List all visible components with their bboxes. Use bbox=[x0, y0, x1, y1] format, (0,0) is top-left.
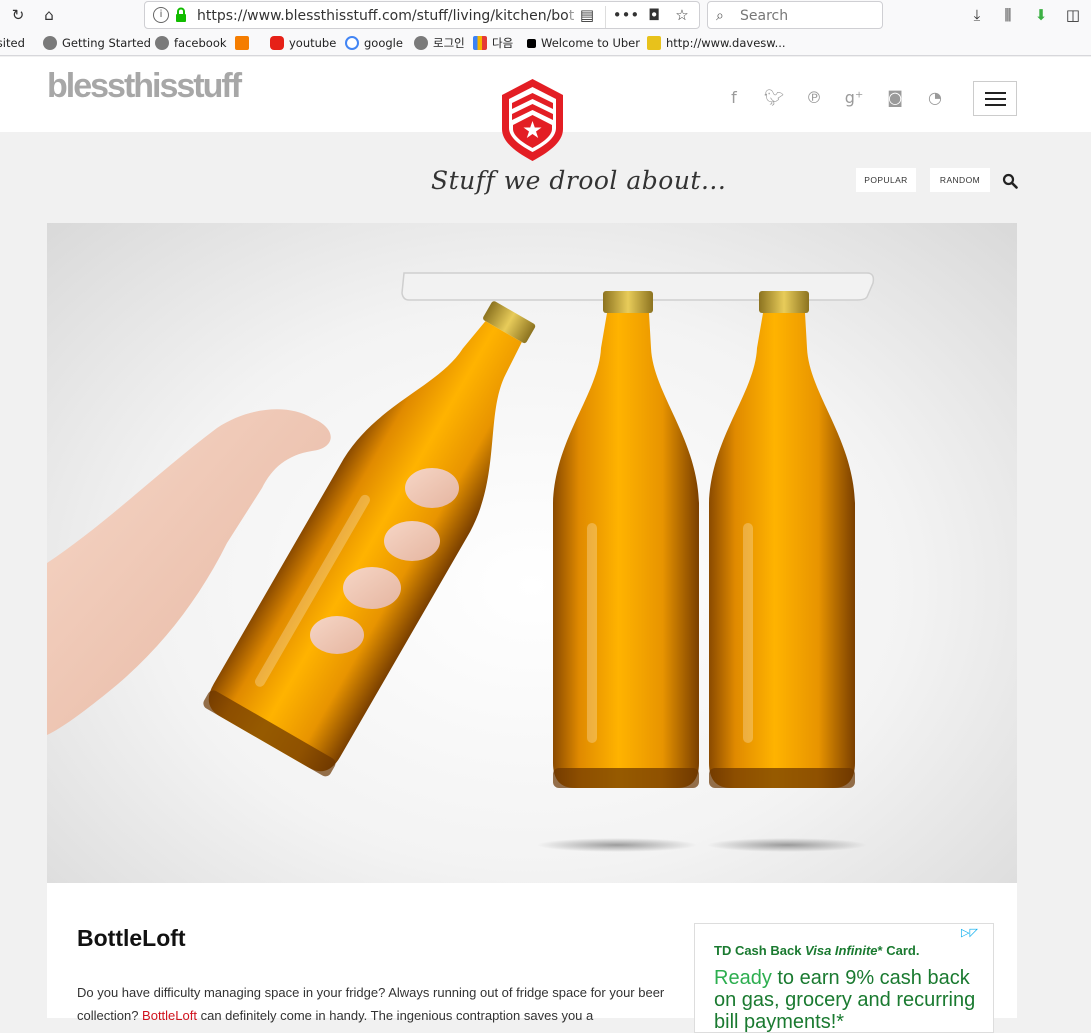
bookmark-item[interactable]: http://www.davesw... bbox=[647, 35, 786, 51]
daum-icon bbox=[473, 36, 487, 50]
site-favicon-icon bbox=[647, 36, 661, 50]
popular-button[interactable]: POPULAR bbox=[856, 168, 916, 192]
shield-logo-icon[interactable] bbox=[499, 77, 566, 163]
google-plus-icon[interactable]: g⁺ bbox=[844, 88, 864, 108]
site-logo[interactable]: blessthisstuff bbox=[47, 67, 242, 106]
reader-view-icon[interactable]: ▤ bbox=[576, 4, 598, 26]
pocket-icon[interactable]: ◘ bbox=[643, 4, 665, 26]
bookmark-item[interactable]: Visited bbox=[0, 35, 25, 51]
bottle-tilted bbox=[203, 301, 536, 777]
bookmark-star-icon[interactable]: ☆ bbox=[671, 4, 693, 26]
pinterest-icon[interactable]: ℗ bbox=[804, 88, 824, 108]
info-icon[interactable]: i bbox=[153, 7, 169, 23]
bottle-middle bbox=[553, 291, 699, 788]
hamburger-menu-button[interactable] bbox=[973, 81, 1017, 116]
uber-icon bbox=[527, 38, 536, 48]
advertisement[interactable]: ▷◸ TD Cash Back Visa Infinite* Card. Rea… bbox=[694, 923, 994, 1033]
google-icon bbox=[345, 36, 359, 50]
bookmark-item[interactable] bbox=[235, 35, 254, 51]
bookmarks-bar: Visited Getting Started facebook youtube… bbox=[0, 30, 1091, 56]
url-text[interactable]: https://www.blessthisstuff.com/stuff/liv… bbox=[197, 8, 577, 24]
url-bar[interactable]: i https://www.blessthisstuff.com/stuff/l… bbox=[144, 1, 700, 29]
bottleloft-link[interactable]: BottleLoft bbox=[142, 1008, 197, 1023]
twitter-icon[interactable]: 🐦︎ bbox=[764, 88, 784, 108]
library-icon[interactable]: ⫼ bbox=[997, 4, 1019, 26]
random-button[interactable]: RANDOM bbox=[930, 168, 990, 192]
extension-download-icon[interactable]: ⬇ bbox=[1030, 4, 1052, 26]
ad-copy: Ready to earn 9% cash back on gas, groce… bbox=[714, 967, 976, 1033]
sidebar-icon[interactable]: ◫ bbox=[1062, 4, 1084, 26]
globe-icon bbox=[155, 36, 169, 50]
bookmark-item[interactable]: Getting Started bbox=[43, 35, 151, 51]
hero-image bbox=[47, 223, 1017, 883]
ad-headline: TD Cash Back Visa Infinite* Card. bbox=[714, 943, 920, 958]
download-icon[interactable]: ⤓ bbox=[966, 4, 988, 26]
globe-icon bbox=[43, 36, 57, 50]
blogger-icon bbox=[235, 36, 249, 50]
bookmark-item[interactable]: google bbox=[345, 35, 403, 51]
bookmark-item[interactable]: 로그인 bbox=[414, 35, 465, 51]
bookmark-item[interactable]: youtube bbox=[270, 35, 336, 51]
lock-icon bbox=[176, 7, 186, 22]
home-icon[interactable]: ⌂ bbox=[38, 4, 60, 26]
browser-toolbar: ↻ ⌂ i https://www.blessthisstuff.com/stu… bbox=[0, 0, 1091, 30]
site-tagline: Stuff we drool about... bbox=[431, 166, 727, 195]
reload-icon[interactable]: ↻ bbox=[7, 4, 29, 26]
adchoices-icon[interactable]: ▷◸ bbox=[961, 926, 978, 939]
search-icon[interactable] bbox=[1002, 173, 1018, 189]
youtube-icon bbox=[270, 36, 284, 50]
post-body: Do you have difficulty managing space in… bbox=[77, 985, 665, 1023]
post-title: BottleLoft bbox=[77, 925, 186, 951]
facebook-icon[interactable]: f bbox=[724, 88, 744, 108]
article-section: BottleLoft Do you have difficulty managi… bbox=[47, 883, 1017, 1033]
bookmark-item[interactable]: facebook bbox=[155, 35, 227, 51]
bottleloft-photo bbox=[47, 272, 875, 852]
globe-icon bbox=[414, 36, 428, 50]
search-placeholder: Search bbox=[740, 8, 789, 24]
browser-search-input[interactable]: ⌕ Search bbox=[707, 1, 883, 29]
page-actions-icon[interactable]: ••• bbox=[613, 4, 640, 26]
divider bbox=[605, 6, 606, 28]
instagram-icon[interactable]: ◙ bbox=[885, 88, 905, 108]
bottle-right bbox=[709, 291, 855, 788]
bookmark-item[interactable]: 다음 bbox=[473, 35, 513, 51]
rss-icon[interactable]: ◔ bbox=[925, 88, 945, 108]
bookmark-item[interactable]: Welcome to Uber bbox=[527, 35, 640, 51]
search-icon: ⌕ bbox=[716, 8, 724, 24]
